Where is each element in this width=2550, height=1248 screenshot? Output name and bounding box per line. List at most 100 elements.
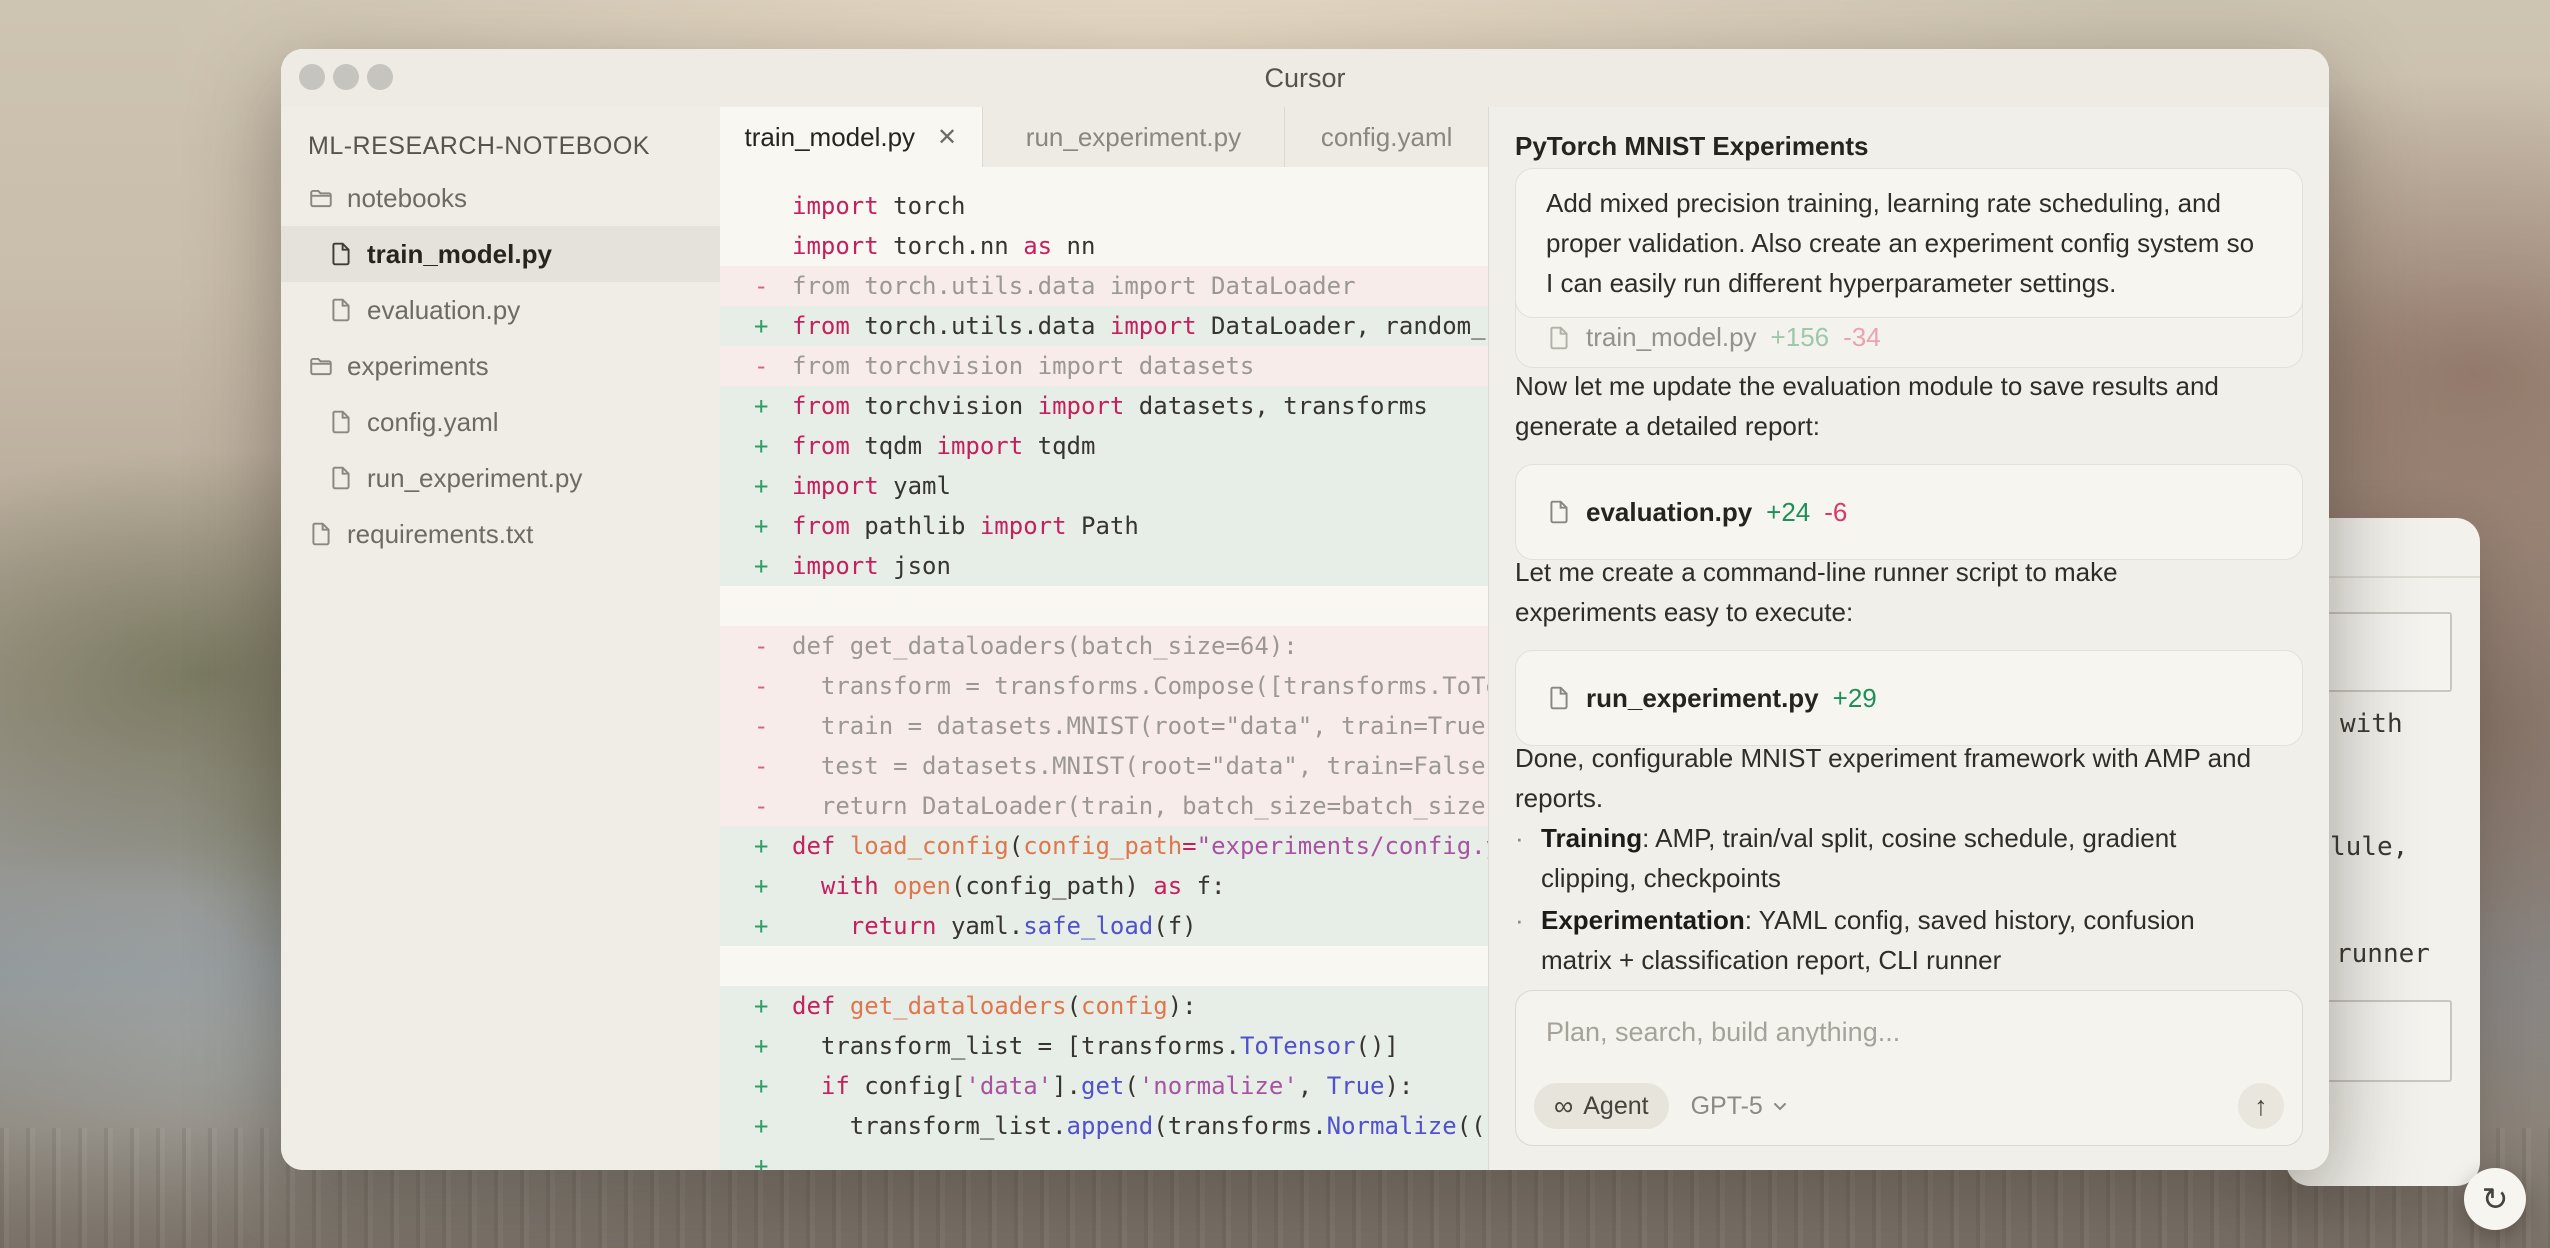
code-line[interactable]: + from pathlib import Path (720, 506, 1489, 546)
code-line[interactable]: - from torchvision import datasets (720, 346, 1489, 386)
code-gap[interactable] (720, 586, 1489, 626)
file-change-chip-run_experiment-py[interactable]: run_experiment.py +29 (1515, 650, 2303, 746)
editor-tabbar: train_model.py ✕ run_experiment.py config.y… (720, 107, 1489, 168)
code-line[interactable]: + def get_dataloaders(config): (720, 986, 1489, 1026)
bullet-dot: · (1515, 905, 1524, 935)
code-line[interactable]: - test = datasets.MNIST(root="data", tra… (720, 746, 1489, 786)
file-explorer-sidebar: ML-RESEARCH-NOTEBOOK notebooks train_mode… (281, 107, 721, 1170)
file-icon (1546, 325, 1572, 351)
code-line[interactable]: + from tqdm import tqdm (720, 426, 1489, 466)
tab-run_experiment-py[interactable]: run_experiment.py (983, 107, 1286, 167)
refresh-icon: ↻ (2481, 1181, 2509, 1217)
diff-marker: + (754, 312, 769, 340)
code-line[interactable]: - from torch.utils.data import DataLoader (720, 266, 1489, 306)
tab-train_model-py[interactable]: train_model.py ✕ (720, 107, 983, 168)
bullet-text: Training: AMP, train/val split, cosine s… (1541, 818, 2176, 898)
code-line[interactable]: + (720, 1146, 1489, 1170)
code-line[interactable]: - transform = transforms.Compose([transf… (720, 666, 1489, 706)
file-icon (328, 465, 354, 491)
chip-added-count: +24 (1766, 496, 1811, 527)
diff-marker: - (754, 792, 769, 820)
code-line[interactable]: + from torchvision import datasets, trans… (720, 386, 1489, 426)
file-icon (328, 297, 354, 323)
code-text: transform = transforms.Compose([transfor… (792, 672, 1489, 700)
code-line[interactable]: import torch (720, 186, 1489, 226)
sidebar-item-config-yaml[interactable]: config.yaml (281, 394, 720, 450)
agent-mode-pill[interactable]: ∞ Agent (1534, 1083, 1669, 1129)
code-text: from torch.utils.data import DataLoader (792, 272, 1356, 300)
tab-close-icon[interactable]: ✕ (937, 125, 957, 150)
bullet-text-line: matrix + classification report, CLI runn… (1541, 945, 2002, 975)
infinity-icon: ∞ (1554, 1090, 1574, 1121)
assistant-bullet: · Experimentation: YAML config, saved his… (1515, 900, 2303, 980)
sidebar-item-label: train_model.py (367, 238, 552, 269)
diff-marker: - (754, 672, 769, 700)
background-window-field[interactable] (2312, 1000, 2452, 1082)
code-line[interactable]: + from torch.utils.data import DataLoader… (720, 306, 1489, 346)
chat-input-box[interactable]: Plan, search, build anything... ∞ Agent … (1515, 990, 2303, 1146)
chip-added-count: +29 (1832, 682, 1877, 713)
code-line[interactable]: + return yaml.safe_load(f) (720, 906, 1489, 946)
code-line[interactable]: + transform_list = [transforms.ToTensor(… (720, 1026, 1489, 1066)
refresh-button[interactable]: ↻ (2464, 1168, 2526, 1230)
code-line[interactable]: + def load_config(config_path="experiment… (720, 826, 1489, 866)
code-text: return yaml.safe_load(f) (849, 912, 1197, 940)
diff-marker: + (754, 512, 769, 540)
code-line[interactable]: + import json (720, 546, 1489, 586)
file-icon (328, 241, 354, 267)
code-line[interactable]: + if config['data'].get('normalize', Tru… (720, 1066, 1489, 1106)
tab-label: config.yaml (1320, 121, 1453, 152)
assistant-text-line: experiments easy to execute: (1515, 597, 1854, 627)
tab-config-yaml[interactable]: config.yaml (1285, 107, 1489, 167)
code-text: import yaml (792, 472, 951, 500)
model-selector[interactable]: GPT-5 (1691, 1092, 1789, 1121)
background-window-text-fragment: with (2340, 709, 2403, 739)
file-change-chip-evaluation-py[interactable]: evaluation.py +24 -6 (1515, 464, 2303, 560)
diff-marker: + (754, 1152, 769, 1170)
sidebar-item-train_model-py[interactable]: train_model.py (281, 226, 720, 282)
sidebar-item-label: run_experiment.py (367, 462, 583, 493)
code-editor-diff-view[interactable]: import torch import torch.nn as nn - from t… (720, 167, 1489, 1170)
code-text: from torchvision import datasets (792, 352, 1255, 380)
chip-file-name: run_experiment.py (1586, 682, 1819, 713)
bullet-dot: · (1515, 823, 1524, 853)
diff-marker: - (754, 632, 769, 660)
assistant-bullet: · Training: AMP, train/val split, cosine … (1515, 818, 2303, 898)
project-name: ML-RESEARCH-NOTEBOOK (308, 132, 650, 160)
chat-input-placeholder: Plan, search, build anything... (1546, 1017, 1901, 1047)
code-line[interactable]: - return DataLoader(train, batch_size=ba… (720, 786, 1489, 826)
code-text: import json (792, 552, 951, 580)
code-text: transform_list.append(transforms.Normali… (792, 1112, 1486, 1140)
cursor-window: Cursor ML-RESEARCH-NOTEBOOK notebooks tra… (281, 49, 2329, 1170)
background-window-field[interactable] (2312, 612, 2452, 692)
diff-marker: + (754, 832, 769, 860)
sidebar-item-run_experiment-py[interactable]: run_experiment.py (281, 450, 720, 506)
user-message-line: Add mixed precision training, learning r… (1546, 188, 2221, 218)
sidebar-item-requirements-txt[interactable]: requirements.txt (281, 506, 720, 562)
code-line[interactable]: - train = datasets.MNIST(root="data", tr… (720, 706, 1489, 746)
chevron-down-icon (1773, 1103, 1786, 1111)
code-line[interactable]: + with open(config_path) as f: (720, 866, 1489, 906)
sidebar-item-evaluation-py[interactable]: evaluation.py (281, 282, 720, 338)
sidebar-item-experiments[interactable]: experiments (281, 338, 720, 394)
code-line[interactable]: - def get_dataloaders(batch_size=64): (720, 626, 1489, 666)
user-message-line: I can easily run different hyperparamete… (1546, 268, 2117, 298)
code-text: train = datasets.MNIST(root="data", trai… (792, 712, 1489, 740)
send-button[interactable]: ↑ (2238, 1083, 2284, 1129)
diff-marker: + (754, 472, 769, 500)
file-icon (1546, 685, 1572, 711)
sidebar-item-label: notebooks (347, 182, 467, 213)
background-window-text-fragment: lule, (2330, 832, 2409, 862)
assistant-paragraph: Let me create a command-line runner scri… (1515, 552, 2303, 632)
code-text: return DataLoader(train, batch_size=batc… (792, 792, 1489, 820)
background-window-text-fragment: runner (2336, 939, 2430, 969)
diff-marker: - (754, 272, 769, 300)
code-line[interactable]: + transform_list.append(transforms.Norma… (720, 1106, 1489, 1146)
code-gap[interactable] (720, 946, 1489, 986)
code-line[interactable]: + import yaml (720, 466, 1489, 506)
window-titlebar: Cursor (281, 49, 2329, 108)
code-line[interactable]: import torch.nn as nn (720, 226, 1489, 266)
agent-mode-label: Agent (1583, 1091, 1649, 1120)
sidebar-item-notebooks[interactable]: notebooks (281, 170, 720, 226)
folder-icon (308, 185, 334, 211)
